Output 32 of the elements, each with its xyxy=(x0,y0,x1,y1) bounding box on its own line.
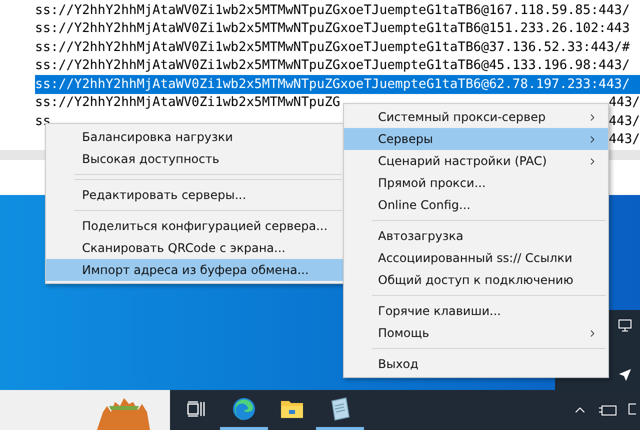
menu-item[interactable]: Сценарий настройки (PAC) xyxy=(344,150,608,172)
text-line: ss://Y2hhY2hhMjAtaWV0Zi1wb2x5MTMwNTpuZG xyxy=(35,94,340,112)
text-line-end: 443/ xyxy=(608,94,640,112)
text-line-end: 443/ xyxy=(608,131,640,149)
menu-item[interactable]: Редактировать серверы... xyxy=(46,184,344,206)
text-line: ss://Y2hhY2hhMjAtaWV0Zi1wb2x5MTMwNTpuZGxoeTJuempteG1taTB6@151.233.26.102:443 xyxy=(35,20,631,38)
battery-icon[interactable] xyxy=(598,404,618,416)
menu-item[interactable]: Горячие клавиши... xyxy=(344,300,608,322)
text-line: ss://Y2hhY2hhMjAtaWV0Zi1wb2x5MTMwNTpuZGxoeTJuempteG1taTB6@167.118.59.85:443/ xyxy=(35,2,631,20)
menu-item[interactable]: Поделиться конфигурацией сервера... xyxy=(46,215,344,237)
menu-item[interactable]: Серверы xyxy=(344,128,608,150)
menu-item[interactable]: Высокая доступность xyxy=(46,148,344,170)
notepad-icon[interactable] xyxy=(329,396,351,420)
menu-item[interactable]: Выход xyxy=(344,353,608,375)
send-icon xyxy=(618,368,632,382)
text-line: ss://Y2hhY2hhMjAtaWV0Zi1wb2x5MTMwNTpuZGxoeTJuempteG1taTB6@45.133.196.98:443/ xyxy=(35,57,631,75)
menu-item[interactable]: Помощь xyxy=(344,322,608,344)
menu-item[interactable]: Сканировать QRCode с экрана... xyxy=(46,237,344,259)
text-line: ss://Y2hhY2hhMjAtaWV0Zi1wb2x5MTMwNTpuZGxoeTJuempteG1taTB6@37.136.52.33:443/# xyxy=(35,38,631,56)
task-view-icon[interactable] xyxy=(187,400,205,416)
monitor-icon xyxy=(616,318,632,332)
menu-item[interactable]: Online Config... xyxy=(344,194,608,216)
menu-item[interactable]: Ассоциированный ss:// Ссылки xyxy=(344,247,608,269)
menu-item[interactable]: Импорт адреса из буфера обмена... xyxy=(46,259,344,281)
menu-item[interactable]: Автозагрузка xyxy=(344,225,608,247)
menu-item[interactable]: Системный прокси-сервер xyxy=(344,106,608,128)
text-line-end: 443/ xyxy=(608,112,640,130)
menu-item[interactable]: Прямой прокси... xyxy=(344,172,608,194)
menu-item[interactable]: Балансировка нагрузки xyxy=(46,126,344,148)
folder-icon[interactable] xyxy=(280,398,304,418)
browser-icon[interactable] xyxy=(232,396,256,420)
menu-item[interactable]: Общий доступ к подключению xyxy=(344,269,608,291)
